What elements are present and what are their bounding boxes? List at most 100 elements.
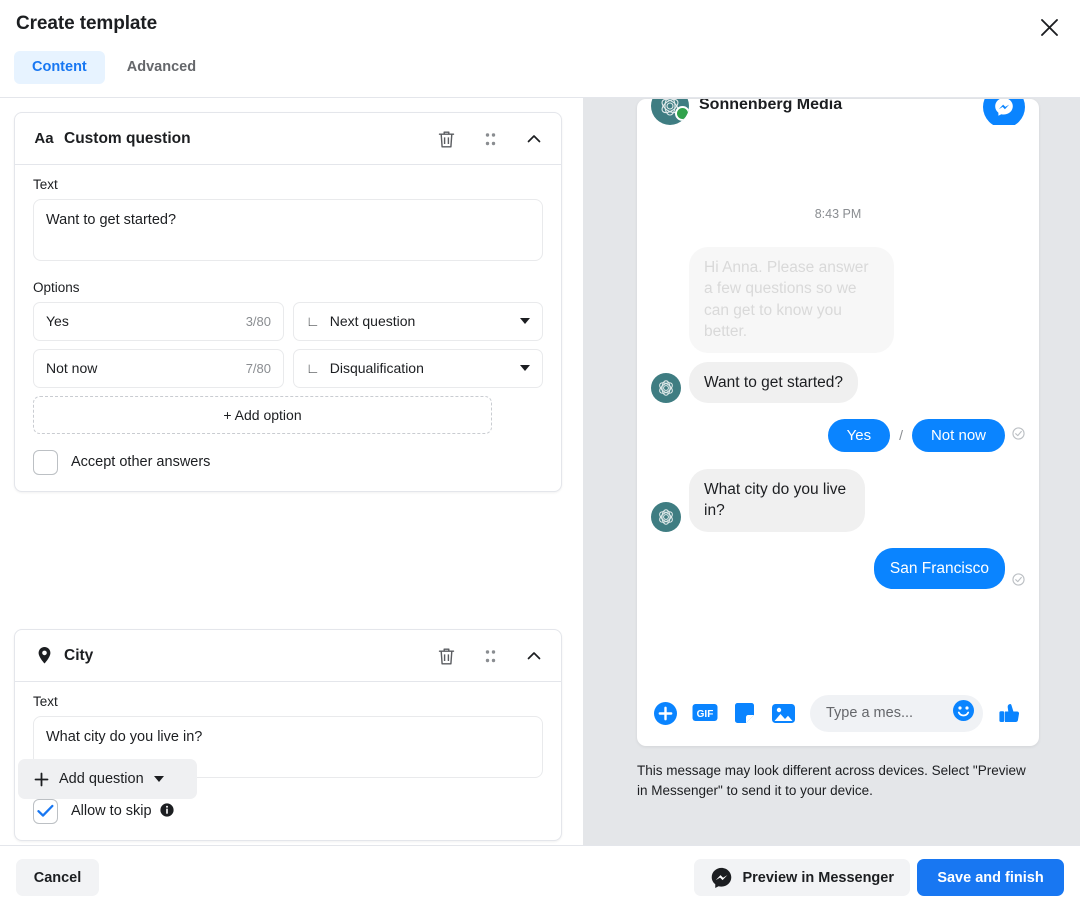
chevron-down-icon: [520, 318, 530, 325]
preview-in-messenger-button[interactable]: Preview in Messenger: [694, 859, 910, 896]
allow-to-skip-text: Allow to skip: [71, 803, 152, 820]
photo-glyph: [772, 703, 795, 723]
tab-content[interactable]: Content: [14, 51, 105, 84]
message-row-answer: San Francisco: [651, 547, 1025, 589]
allow-to-skip-checkbox[interactable]: [33, 798, 58, 824]
option-char-count-2: 7/80: [245, 360, 271, 376]
online-status-dot: [675, 106, 689, 121]
message-bubble-question-1: Want to get started?: [689, 361, 859, 403]
chevron-up-glyph: [527, 135, 541, 143]
drag-handle-icon[interactable]: [473, 639, 507, 673]
business-name: Sonnenberg Media: [699, 99, 843, 113]
branch-arrow-icon: ∟: [306, 313, 320, 330]
trash-glyph: [438, 131, 454, 147]
drag-handle-icon[interactable]: [473, 122, 507, 156]
text-field-label: Text: [33, 694, 58, 709]
allow-to-skip-label: Allow to skip: [71, 803, 174, 819]
add-question-label: Add question: [59, 771, 144, 787]
question-card-custom-question: Aa Custom question Text Want to get star…: [14, 112, 562, 492]
quick-reply-not-now[interactable]: Not now: [911, 418, 1005, 452]
close-icon[interactable]: [1032, 10, 1066, 44]
pin-glyph: [38, 647, 50, 664]
dialog-footer: Cancel Preview in Messenger Save and fin…: [0, 845, 1080, 908]
messenger-icon: [710, 866, 733, 889]
add-option-button[interactable]: + Add option: [33, 395, 492, 434]
message-thread: 8:43 PM Hi Anna. Please answer a few que…: [637, 125, 1039, 680]
option-value-input-1[interactable]: Yes 3/80: [33, 301, 284, 341]
plus-icon[interactable]: [653, 701, 678, 726]
thread-header: Sonnenberg Media: [637, 99, 1039, 125]
collapse-icon[interactable]: [517, 639, 551, 673]
branch-arrow-icon: ∟: [306, 360, 320, 377]
text-field-label: Text: [33, 177, 58, 192]
drag-dots-glyph: [485, 649, 495, 662]
messenger-preview-card: Sonnenberg Media 8:43 PM Hi Anna. Please…: [637, 99, 1039, 746]
collapse-icon[interactable]: [517, 122, 551, 156]
question-text-input[interactable]: [33, 199, 543, 261]
question-card-actions: [429, 630, 551, 682]
message-bubble-intro: Hi Anna. Please answer a few questions s…: [689, 247, 894, 353]
question-card-actions: [429, 113, 551, 165]
plus-icon: [34, 772, 49, 786]
message-bubble-question-2: What city do you live in?: [689, 468, 865, 532]
chevron-down-icon: [520, 365, 530, 372]
page-title: Create template: [16, 13, 158, 34]
accept-other-answers-label: Accept other answers: [71, 454, 211, 471]
tab-advanced[interactable]: Advanced: [109, 51, 214, 84]
option-action-select-2[interactable]: ∟ Disqualification: [293, 348, 543, 388]
gif-glyph: GIF: [692, 704, 718, 721]
messenger-preview-pane: Messenger preview: [583, 98, 1080, 846]
question-card-title: Custom question: [64, 129, 191, 147]
editor-scrollbar-track[interactable]: [571, 98, 583, 846]
emoji-icon[interactable]: [952, 699, 975, 727]
option-action-label-2: Disqualification: [329, 360, 424, 377]
gif-icon[interactable]: GIF: [692, 702, 718, 724]
text-format-icon: Aa: [34, 130, 54, 147]
allow-to-skip-row: Allow to skip: [33, 798, 543, 824]
messenger-glyph: [712, 867, 732, 889]
sticker-icon[interactable]: [732, 701, 757, 726]
messenger-bolt-glyph: [995, 99, 1013, 116]
avatar: [651, 372, 681, 403]
question-card-header: City: [15, 630, 561, 682]
message-input[interactable]: Type a mes...: [810, 694, 983, 732]
delivered-icon: [1012, 427, 1025, 441]
save-and-finish-button[interactable]: Save and finish: [917, 859, 1064, 896]
option-row: Yes 3/80 ∟ Next question: [33, 301, 543, 341]
option-value-input-2[interactable]: Not now 7/80: [33, 348, 284, 388]
messenger-badge-icon[interactable]: [983, 99, 1025, 125]
option-value-2: Not now: [46, 360, 98, 377]
thumbs-up-icon[interactable]: [997, 700, 1023, 726]
plus-glyph: [654, 701, 677, 725]
thumbs-up-glyph: [999, 703, 1020, 722]
option-action-select-1[interactable]: ∟ Next question: [293, 301, 543, 341]
quick-reply-yes[interactable]: Yes: [827, 418, 891, 452]
dialog-header: Create template Content Advanced: [0, 0, 1080, 97]
accept-other-answers-checkbox[interactable]: [33, 449, 58, 475]
photo-icon[interactable]: [771, 702, 796, 725]
message-row-intro: Hi Anna. Please answer a few questions s…: [651, 247, 1025, 353]
cancel-button[interactable]: Cancel: [16, 859, 99, 896]
question-editor-pane: Aa Custom question Text Want to get star…: [0, 98, 583, 846]
preview-disclaimer: This message may look different across d…: [637, 763, 1026, 798]
create-template-dialog: Create template Content Advanced Aa Cust…: [0, 0, 1080, 908]
business-logo-icon: [654, 505, 678, 528]
message-timestamp: 8:43 PM: [814, 207, 862, 221]
location-pin-icon: [33, 646, 55, 665]
message-row-question-2: What city do you live in?: [651, 468, 1025, 532]
delete-icon[interactable]: [429, 122, 463, 156]
drag-dots-glyph: [485, 132, 495, 145]
chevron-down-icon: [153, 776, 164, 782]
chevron-up-glyph: [527, 652, 541, 660]
tab-bar: Content Advanced: [14, 51, 214, 84]
preview-in-messenger-label: Preview in Messenger: [742, 869, 894, 886]
message-bubble-answer: San Francisco: [873, 547, 1005, 589]
info-icon[interactable]: [160, 803, 174, 817]
add-question-button[interactable]: Add question: [18, 759, 197, 799]
info-glyph: [160, 803, 174, 817]
question-card-city: City Text What city do you live in? Allo…: [14, 629, 562, 841]
delete-icon[interactable]: [429, 639, 463, 673]
close-glyph: [1040, 18, 1058, 36]
accept-other-answers-row: Accept other answers: [33, 449, 543, 475]
avatar: [651, 501, 681, 532]
